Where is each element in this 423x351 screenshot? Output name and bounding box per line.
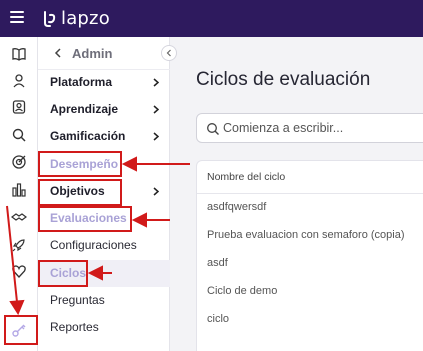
menu-item-configuraciones[interactable]: Configuraciones — [38, 232, 170, 259]
search-input[interactable] — [223, 114, 423, 142]
search-icon[interactable] — [11, 127, 27, 143]
menu-item-label: Ciclos — [50, 266, 87, 280]
cycles-table: Nombre del ciclo asdfqwersdf Prueba eval… — [196, 160, 423, 351]
app-logo[interactable]: lapzo — [42, 8, 110, 29]
menu-item-label: Reportes — [50, 320, 99, 334]
icon-rail — [0, 37, 38, 351]
column-header-nombre[interactable]: Nombre del ciclo — [207, 171, 285, 183]
chevron-right-icon — [153, 78, 159, 87]
chevron-right-icon — [153, 132, 159, 141]
table-row[interactable]: asdf — [197, 250, 423, 277]
top-bar: lapzo — [0, 0, 423, 37]
cycle-name: Prueba evaluacion con semaforo (copia) — [207, 229, 405, 241]
cycle-name: Ciclo de demo — [207, 285, 278, 297]
menu-item-label: Configuraciones — [50, 238, 137, 252]
collapse-sidebar-button[interactable] — [161, 45, 177, 61]
search-icon — [207, 123, 219, 135]
key-icon[interactable] — [11, 322, 27, 338]
handshake-icon[interactable] — [11, 209, 27, 225]
user-icon[interactable] — [11, 73, 27, 89]
menu-item-objetivos[interactable]: Objetivos — [38, 178, 170, 205]
heart-icon[interactable] — [11, 263, 27, 279]
search-box[interactable] — [196, 113, 423, 143]
logo-text: lapzo — [61, 8, 110, 29]
menu-item-plataforma[interactable]: Plataforma — [38, 69, 170, 96]
main-content: Ciclos de evaluación Nombre del ciclo as… — [171, 37, 423, 351]
menu-item-label: Plataforma — [50, 75, 113, 89]
menu-item-label: Aprendizaje — [50, 102, 119, 116]
admin-submenu: Admin Plataforma Aprendizaje Gamificació… — [38, 37, 170, 351]
menu-item-label: Gamificación — [50, 129, 126, 143]
menu-item-aprendizaje[interactable]: Aprendizaje — [38, 96, 170, 123]
hamburger-icon[interactable] — [10, 11, 24, 23]
bar-chart-icon[interactable] — [11, 182, 27, 198]
chevron-right-icon — [153, 105, 159, 114]
menu-item-label: Desempeño — [50, 157, 119, 171]
cycle-name: ciclo — [207, 313, 230, 325]
cycle-name: asdf — [207, 257, 228, 269]
chevron-left-icon — [166, 49, 171, 57]
menu-item-evaluaciones[interactable]: Evaluaciones — [38, 205, 170, 232]
chevron-right-icon — [153, 187, 159, 196]
back-label: Admin — [72, 46, 113, 61]
book-icon[interactable] — [11, 46, 27, 62]
menu-item-preguntas[interactable]: Preguntas — [38, 287, 170, 314]
menu-item-reportes[interactable]: Reportes — [38, 314, 170, 341]
menu-item-gamificacion[interactable]: Gamificación — [38, 123, 170, 150]
table-row[interactable]: ciclo — [197, 306, 423, 333]
table-row[interactable]: asdfqwersdf — [197, 194, 423, 221]
menu-item-label: Preguntas — [50, 293, 105, 307]
page-title: Ciclos de evaluación — [196, 69, 371, 90]
target-icon[interactable] — [11, 154, 27, 170]
menu-item-desempeno[interactable]: Desempeño — [38, 151, 170, 178]
menu-item-label: Evaluaciones — [50, 211, 127, 225]
users-icon[interactable] — [11, 99, 27, 115]
lapzo-logo-icon — [44, 10, 56, 27]
table-row[interactable]: Prueba evaluacion con semaforo (copia) — [197, 222, 423, 249]
back-to-admin-button[interactable]: Admin — [38, 37, 170, 70]
chevron-left-icon — [54, 48, 61, 58]
rocket-icon[interactable] — [11, 237, 27, 253]
menu-item-ciclos[interactable]: Ciclos — [38, 260, 170, 287]
table-row[interactable]: Ciclo de demo — [197, 278, 423, 305]
cycle-name: asdfqwersdf — [207, 201, 267, 213]
menu-item-label: Objetivos — [50, 184, 105, 198]
